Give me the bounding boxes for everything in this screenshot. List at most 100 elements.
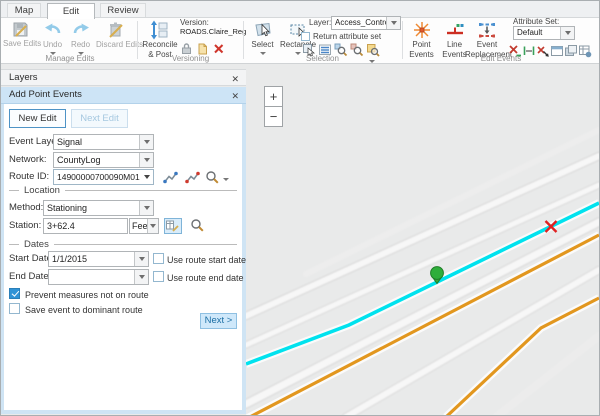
next-button[interactable]: Next > [200,313,237,329]
route-id-label: Route ID: [9,169,49,185]
redo-button[interactable]: Redo [67,20,94,55]
point-events-icon [412,20,432,40]
layer-value: Access_Control [332,17,386,29]
reconcile-label-line1: Reconcile [140,41,180,50]
combo-arrow[interactable] [141,170,153,184]
start-date-value: 1/1/2015 [49,252,134,266]
discard-edits-button[interactable]: Discard Edits [96,20,135,50]
save-to-dominant-checkbox[interactable] [9,303,20,314]
dropdown-arrow[interactable] [147,219,158,233]
event-replacement-label-line1: Event [465,41,509,50]
map-canvas[interactable]: + − [246,64,599,415]
redo-icon [71,20,91,40]
dates-section-label: Dates [24,239,49,250]
station-units-value: Feet [130,219,147,233]
next-edit-button[interactable]: Next Edit [71,109,128,128]
route-id-value: 14900000700090M01 [54,170,141,184]
location-section-header: Location [9,184,237,196]
save-icon [11,20,30,39]
point-events-label-line1: Point [406,41,437,50]
prevent-measures-label: Prevent measures not on route [25,289,149,301]
version-label: Version: [180,18,209,27]
dropdown-arrow[interactable] [134,252,148,266]
dropdown-arrow[interactable] [560,27,574,39]
use-route-start-date-checkbox[interactable] [153,253,164,264]
add-point-events-title: Add Point Events [9,89,82,100]
layers-pane-title: Layers [9,72,38,83]
tab-review[interactable]: Review [100,3,146,17]
method-dropdown[interactable]: Stationing [43,200,154,216]
select-route-on-map-icon[interactable] [163,170,177,184]
event-replacement-icon [477,20,497,40]
ribbon-tabstrip: Map Edit Review [1,1,599,18]
trash-icon [106,20,126,40]
clear-route-selection-icon[interactable] [185,170,199,184]
version-value: ROADS.Claire_Reg [180,27,246,36]
undo-label: Undo [39,41,66,50]
undo-button[interactable]: Undo [39,20,66,55]
dropdown-arrow[interactable] [139,135,153,149]
close-icon[interactable]: ✕ [231,71,239,87]
station-input[interactable]: 3+62.4 [43,218,128,234]
route-id-combobox[interactable]: 14900000700090M01 [53,169,154,185]
chevron-down-icon [223,178,229,181]
application-window: Map Edit Review Save Edits Undo [0,0,600,416]
basemap-roads [246,130,599,415]
close-icon[interactable]: ✕ [231,88,239,104]
save-to-dominant-label: Save event to dominant route [25,304,143,316]
station-value: 3+62.4 [44,219,127,233]
dropdown-arrow[interactable] [139,201,153,215]
layers-pane-header[interactable]: Layers ✕ [1,69,246,86]
attribute-set-value: Default [514,27,560,39]
method-value: Stationing [44,201,139,215]
select-button[interactable]: Select [247,20,278,55]
save-edits-button[interactable]: Save Edits [3,20,37,49]
tab-edit[interactable]: Edit [47,3,95,19]
use-route-end-date-checkbox[interactable] [153,271,164,282]
add-point-events-pane-header[interactable]: Add Point Events ✕ [1,87,246,104]
use-route-start-date-label: Use route start date [167,254,246,266]
map-zoom-control: + − [264,86,283,127]
station-units-dropdown[interactable]: Feet [129,218,159,234]
network-dropdown[interactable]: CountyLog [53,152,154,168]
group-label-selection: Selection [244,54,401,63]
location-section-label: Location [24,185,60,196]
station-label: Station: [9,218,41,234]
layer-label: Layer: [309,18,331,27]
return-attribute-set-checkbox[interactable] [301,32,310,41]
zoom-in-button[interactable]: + [264,86,283,107]
dropdown-arrow[interactable] [134,270,148,284]
end-date-dropdown[interactable] [48,269,149,285]
attribute-set-dropdown[interactable]: Default [513,26,575,40]
network-label: Network: [9,152,46,168]
add-point-events-panel: New Edit Next Edit Event Layer: Signal N… [1,104,246,414]
tab-map[interactable]: Map [7,3,41,17]
redo-label: Redo [67,41,94,50]
start-date-dropdown[interactable]: 1/1/2015 [48,251,149,267]
group-label-manage-edits: Manage Edits [3,54,137,63]
attribute-set-label: Attribute Set: [513,17,559,26]
reconcile-icon [150,20,170,40]
select-cursor-icon [253,20,273,40]
discard-edits-label: Discard Edits [96,41,135,50]
new-edit-button[interactable]: New Edit [9,109,66,128]
zoom-to-station-icon[interactable] [190,218,204,232]
select-label: Select [247,41,278,50]
method-label: Method: [9,200,43,216]
station-table-icon [165,219,181,233]
save-edits-label: Save Edits [3,40,37,49]
group-label-versioning: Versioning [138,54,243,63]
zoom-to-route-icon[interactable] [205,170,219,184]
layer-dropdown[interactable]: Access_Control [331,16,401,30]
dropdown-arrow[interactable] [139,153,153,167]
network-value: CountyLog [54,153,139,167]
end-date-label: End Date: [9,269,51,285]
end-date-value [49,270,134,284]
map-graphics [246,64,599,415]
pick-station-tool-active[interactable] [164,218,182,234]
event-layer-dropdown[interactable]: Signal [53,134,154,150]
prevent-measures-checkbox[interactable] [9,288,20,299]
zoom-out-button[interactable]: − [264,106,283,127]
dropdown-arrow[interactable] [386,17,400,29]
use-route-end-date-label: Use route end date [167,272,244,284]
